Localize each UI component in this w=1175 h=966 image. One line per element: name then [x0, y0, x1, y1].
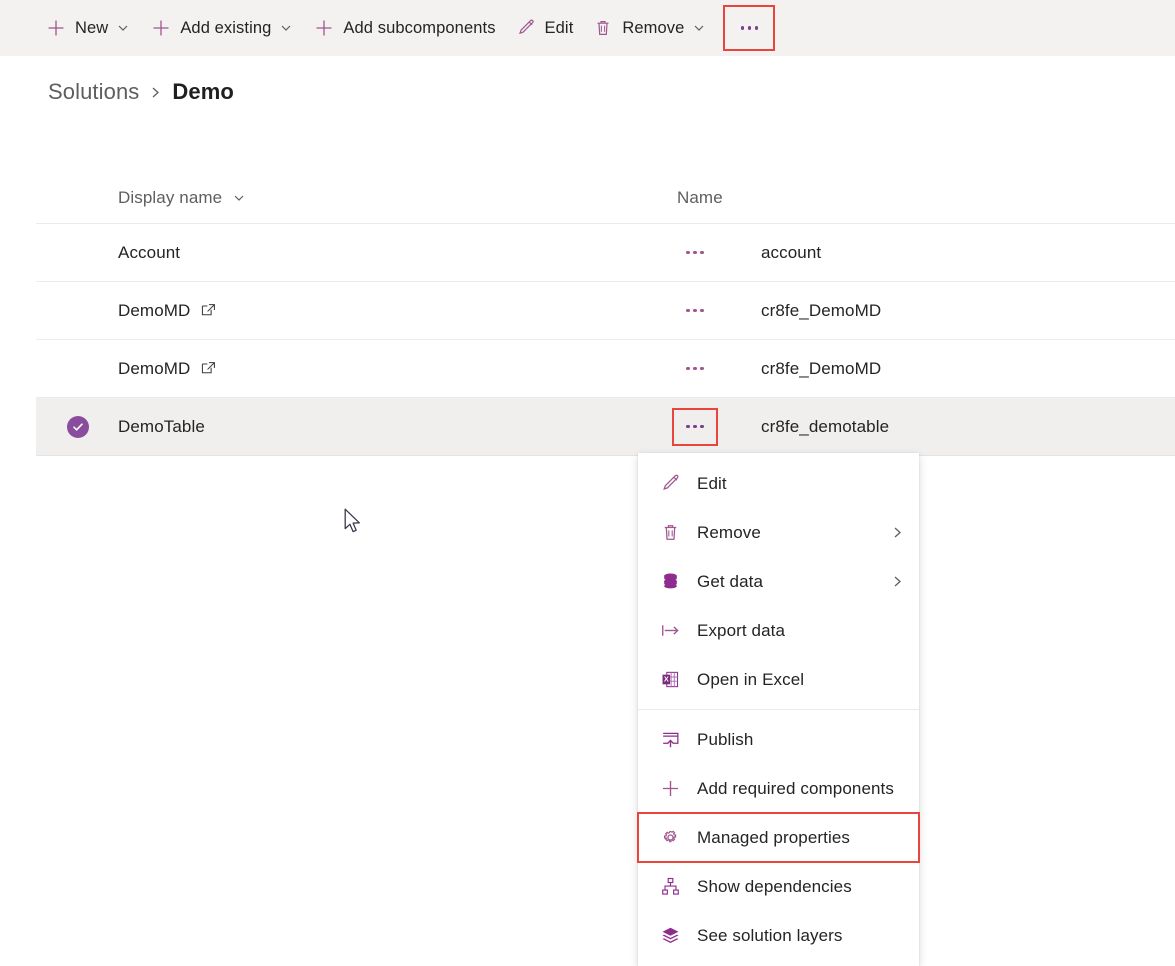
export-data-icon — [660, 620, 681, 641]
toolbar-overflow-button[interactable] — [723, 5, 776, 51]
context-menu-item-get-data[interactable]: Get data — [638, 557, 919, 606]
chevron-right-icon — [148, 85, 163, 100]
edit-button[interactable]: Edit — [510, 8, 580, 48]
row-display-name-text: Account — [118, 242, 181, 262]
plus-icon — [46, 18, 66, 38]
new-button-label: New — [75, 18, 109, 37]
hierarchy-icon — [660, 876, 681, 897]
breadcrumb-solutions-link[interactable]: Solutions — [48, 79, 139, 105]
row-actions-cell — [640, 292, 750, 330]
context-menu-item-add-required-components[interactable]: Add required components — [638, 764, 919, 813]
layers-icon — [660, 925, 681, 946]
svg-text:X: X — [664, 675, 669, 684]
row-select-cell[interactable] — [36, 415, 118, 438]
table-row-selected[interactable]: DemoTable cr8fe_demotable — [36, 398, 1175, 456]
arrow-cursor — [344, 508, 364, 541]
context-menu-item-add-required-components-label: Add required components — [697, 778, 894, 798]
row-display-name-text: DemoMD — [118, 300, 191, 320]
row-more-button-active[interactable] — [672, 407, 718, 446]
context-menu-item-publish[interactable]: Publish — [638, 715, 919, 764]
context-menu-item-show-dependencies[interactable]: Show dependencies — [638, 862, 919, 911]
row-display-name-text: DemoTable — [118, 416, 205, 436]
context-menu-item-get-data-label: Get data — [697, 571, 764, 591]
context-menu-item-open-in-excel[interactable]: X Open in Excel — [638, 655, 919, 704]
pencil-icon — [660, 473, 681, 494]
context-menu-item-remove[interactable]: Remove — [638, 508, 919, 557]
table-row[interactable]: Account account — [36, 224, 1175, 282]
context-menu-item-managed-properties[interactable]: Managed properties — [637, 812, 920, 863]
more-horizontal-icon — [740, 26, 759, 30]
row-name-cell: account — [761, 242, 822, 262]
row-name-cell: cr8fe_demotable — [761, 416, 890, 436]
row-actions-cell — [640, 234, 750, 272]
column-header-display-name-label: Display name — [118, 187, 223, 207]
external-link-icon[interactable] — [201, 361, 216, 376]
row-actions-cell — [640, 407, 750, 446]
gear-icon — [660, 827, 681, 848]
more-horizontal-icon — [686, 366, 704, 371]
external-link-icon[interactable] — [201, 303, 216, 318]
context-menu-item-export-data[interactable]: Export data — [638, 606, 919, 655]
column-header-name-label: Name — [677, 187, 723, 207]
row-actions-cell — [640, 350, 750, 388]
chevron-down-icon — [278, 20, 294, 36]
database-icon — [660, 571, 681, 592]
chevron-down-icon — [232, 191, 246, 205]
add-existing-button-label: Add existing — [180, 18, 272, 37]
row-name-cell: cr8fe_DemoMD — [761, 300, 882, 320]
row-more-button[interactable] — [672, 292, 718, 330]
more-horizontal-icon — [686, 250, 704, 255]
row-name-cell: cr8fe_DemoMD — [761, 358, 882, 378]
plus-icon — [660, 778, 681, 799]
row-display-name-cell: DemoMD — [118, 359, 640, 379]
row-display-name-cell: Account — [118, 243, 640, 263]
plus-icon — [151, 18, 171, 38]
context-menu-item-edit[interactable]: Edit — [638, 459, 919, 508]
table-row[interactable]: DemoMD cr8fe_DemoMD — [36, 340, 1175, 398]
trash-icon — [593, 18, 613, 38]
column-header-name[interactable]: Name — [640, 188, 1175, 208]
context-menu-item-managed-properties-label: Managed properties — [697, 827, 851, 847]
row-more-button[interactable] — [672, 234, 718, 272]
table-row[interactable]: DemoMD cr8fe_DemoMD — [36, 282, 1175, 340]
remove-button-label: Remove — [622, 18, 685, 37]
row-more-button[interactable] — [672, 350, 718, 388]
grid-header-row: Display name Name — [36, 172, 1175, 224]
publish-icon — [660, 729, 681, 750]
excel-icon: X — [660, 669, 681, 690]
chevron-down-icon — [115, 20, 131, 36]
chevron-down-icon — [691, 20, 707, 36]
chevron-right-icon — [890, 525, 905, 540]
row-display-name-cell: DemoMD — [118, 301, 640, 321]
chevron-right-icon — [890, 574, 905, 589]
add-subcomponents-button[interactable]: Add subcomponents — [308, 8, 501, 48]
context-menu-item-see-solution-layers-label: See solution layers — [697, 925, 843, 945]
context-menu-item-show-dependencies-label: Show dependencies — [697, 876, 852, 896]
breadcrumb-current-page: Demo — [172, 79, 234, 104]
pencil-icon — [516, 18, 536, 38]
plus-icon — [314, 18, 334, 38]
remove-button[interactable]: Remove — [587, 8, 713, 48]
more-horizontal-icon — [686, 424, 704, 429]
context-menu-divider — [638, 709, 919, 710]
checkmark-icon — [67, 415, 89, 438]
add-existing-button[interactable]: Add existing — [145, 8, 300, 48]
breadcrumb: Solutions Demo — [48, 79, 234, 105]
components-grid: Display name Name Account account DemoMD — [36, 172, 1175, 456]
column-header-display-name[interactable]: Display name — [36, 188, 640, 208]
command-bar: New Add existing Add subcomponents Edit — [0, 0, 1175, 56]
trash-icon — [660, 522, 681, 543]
new-button[interactable]: New — [40, 8, 137, 48]
row-display-name-cell: DemoTable — [118, 417, 640, 437]
context-menu-item-open-in-excel-label: Open in Excel — [697, 669, 805, 689]
context-menu-item-publish-label: Publish — [697, 729, 754, 749]
row-context-menu: Edit Remove Get data Export data X Open … — [637, 453, 920, 966]
context-menu-item-remove-label: Remove — [697, 522, 761, 542]
more-horizontal-icon — [686, 308, 704, 313]
context-menu-item-export-data-label: Export data — [697, 620, 786, 640]
add-subcomponents-button-label: Add subcomponents — [343, 18, 496, 37]
context-menu-item-edit-label: Edit — [697, 473, 727, 493]
edit-button-label: Edit — [544, 18, 574, 37]
row-display-name-text: DemoMD — [118, 358, 191, 378]
